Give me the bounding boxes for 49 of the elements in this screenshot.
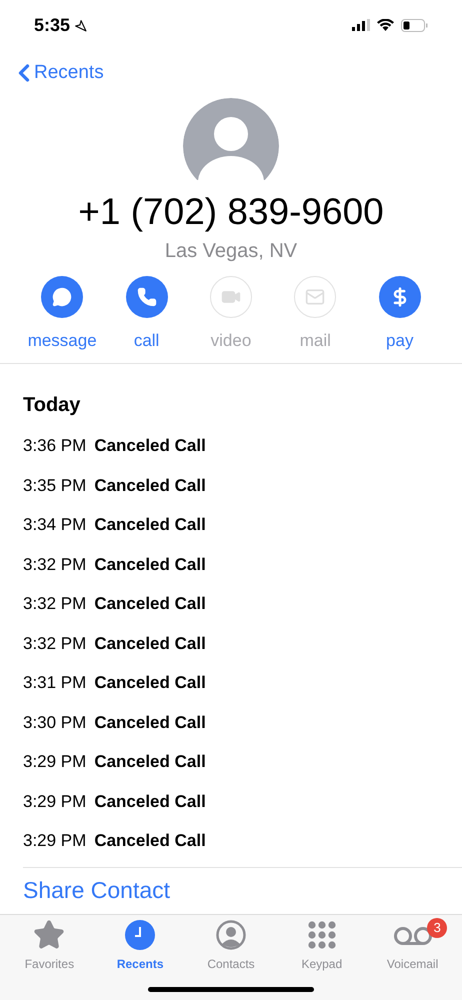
call-time: 3:32 PM bbox=[23, 554, 86, 576]
envelope-icon bbox=[305, 287, 326, 307]
call-status: Canceled Call bbox=[94, 790, 206, 812]
section-heading: Today bbox=[23, 393, 82, 417]
person-circle-icon bbox=[216, 920, 246, 950]
call-time: 3:31 PM bbox=[23, 672, 86, 694]
tab-bar-item[interactable]: Favorites bbox=[4, 918, 95, 978]
speech-bubble-icon bbox=[52, 287, 72, 307]
back-link[interactable]: Recents bbox=[10, 58, 104, 88]
battery-icon bbox=[401, 18, 428, 32]
call-time: 3:30 PM bbox=[23, 712, 86, 734]
call-status: Canceled Call bbox=[94, 672, 206, 694]
share-contact-link[interactable]: Share Contact bbox=[23, 876, 170, 902]
call-time: 3:29 PM bbox=[23, 830, 86, 852]
keypad-icon bbox=[308, 921, 336, 949]
call-status: Canceled Call bbox=[94, 593, 206, 615]
location-text: Las Vegas, NV bbox=[164, 239, 298, 264]
tab-bar-item[interactable]: Recents bbox=[94, 918, 186, 978]
star-icon bbox=[33, 919, 66, 951]
call-status: Canceled Call bbox=[94, 712, 206, 734]
wifi-icon bbox=[377, 19, 394, 31]
call-time: 3:29 PM bbox=[23, 751, 86, 773]
message-action-button[interactable]: message bbox=[22, 276, 102, 364]
phone-icon bbox=[136, 287, 157, 307]
call-time: 3:29 PM bbox=[23, 790, 86, 812]
call-time: 3:34 PM bbox=[23, 514, 86, 536]
call-status: Canceled Call bbox=[94, 751, 206, 773]
notification-badge: 3 bbox=[427, 918, 448, 938]
tab-bar-item[interactable]: Voicemail 3 bbox=[367, 918, 458, 978]
status-time: 5:35 bbox=[34, 14, 70, 36]
signal-icon bbox=[352, 19, 370, 31]
clock-icon bbox=[125, 920, 156, 950]
call-time: 3:35 PM bbox=[23, 474, 86, 496]
call-status: Canceled Call bbox=[94, 474, 206, 496]
call-time: 3:36 PM bbox=[23, 435, 86, 457]
phone-number: +1 (702) 839-9600 bbox=[77, 190, 385, 234]
call-time: 3:32 PM bbox=[23, 593, 86, 615]
call-action-button[interactable]: call bbox=[106, 276, 187, 364]
call-status: Canceled Call bbox=[94, 632, 206, 654]
call-status: Canceled Call bbox=[94, 830, 206, 852]
call-status: Canceled Call bbox=[94, 554, 206, 576]
pay-action-button[interactable]: pay bbox=[360, 276, 440, 364]
tab-bar-item[interactable]: Keypad bbox=[276, 918, 368, 978]
tab-bar-item[interactable]: Contacts bbox=[186, 918, 276, 978]
call-time: 3:32 PM bbox=[23, 632, 86, 654]
call-status: Canceled Call bbox=[94, 514, 206, 536]
voicemail-icon bbox=[392, 924, 433, 946]
location-arrow-icon bbox=[74, 18, 88, 32]
call-status: Canceled Call bbox=[94, 435, 206, 457]
